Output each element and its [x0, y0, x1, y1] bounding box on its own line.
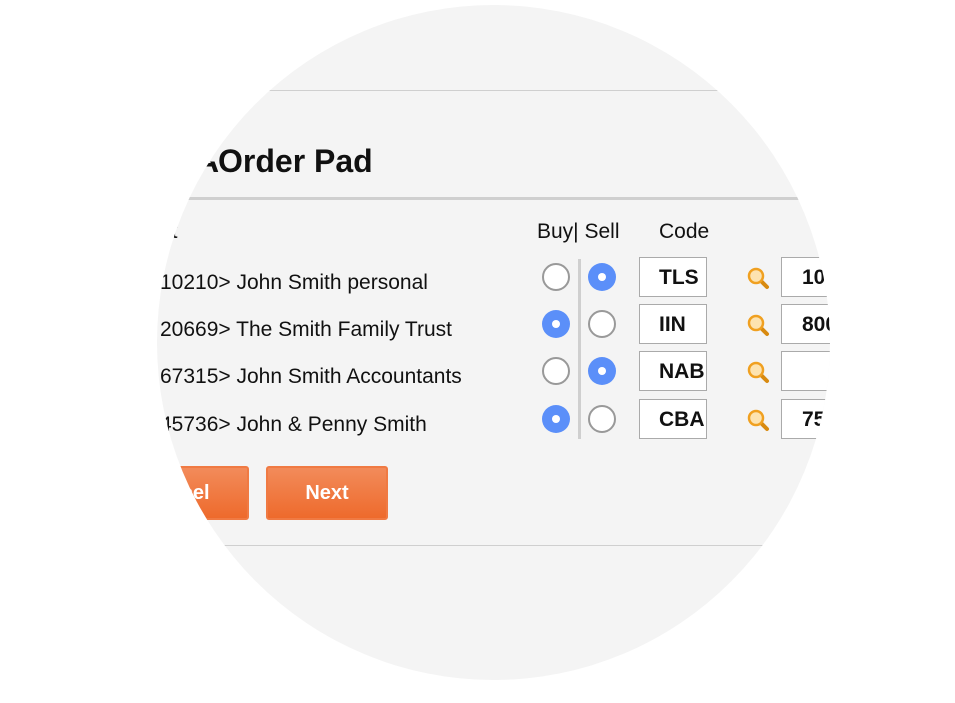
buy-radio[interactable]: [542, 357, 570, 385]
quantity-input[interactable]: 75: [781, 399, 830, 439]
spotlight-circle: Order Pad A nt Buy| Sell Code 10210> Joh…: [157, 5, 830, 680]
search-icon[interactable]: [746, 266, 770, 290]
title-prefix-fragment: A: [196, 143, 220, 180]
code-input[interactable]: IIN: [639, 304, 707, 344]
code-input[interactable]: CBA: [639, 399, 707, 439]
buy-radio[interactable]: [542, 310, 570, 338]
account-name: 20669> The Smith Family Trust: [160, 318, 452, 341]
account-name: 10210> John Smith personal: [160, 271, 428, 294]
cancel-button[interactable]: Cancel: [157, 466, 249, 520]
buy-radio[interactable]: [542, 263, 570, 291]
code-input[interactable]: NAB: [639, 351, 707, 391]
quantity-input[interactable]: 800: [781, 304, 830, 344]
code-input[interactable]: TLS: [639, 257, 707, 297]
title-divider: [157, 197, 830, 200]
quantity-input[interactable]: 10: [781, 257, 830, 297]
quantity-input[interactable]: [781, 351, 830, 391]
buy-sell-divider: [578, 259, 581, 439]
sell-radio[interactable]: [588, 405, 616, 433]
column-header-code: Code: [659, 220, 710, 243]
bottom-divider: [157, 545, 767, 546]
sell-radio[interactable]: [588, 357, 616, 385]
column-header-account: nt: [160, 220, 178, 243]
search-icon[interactable]: [746, 360, 770, 384]
search-icon[interactable]: [746, 313, 770, 337]
top-divider: [157, 90, 720, 91]
search-icon[interactable]: [746, 408, 770, 432]
column-header-buy-sell: Buy| Sell: [537, 220, 620, 243]
account-name: 67315> John Smith Accountants: [160, 365, 462, 388]
sell-radio[interactable]: [588, 263, 616, 291]
account-name: 45736> John & Penny Smith: [160, 413, 427, 436]
page-title: Order Pad: [218, 143, 373, 179]
sell-radio[interactable]: [588, 310, 616, 338]
buy-radio[interactable]: [542, 405, 570, 433]
next-button[interactable]: Next: [266, 466, 388, 520]
